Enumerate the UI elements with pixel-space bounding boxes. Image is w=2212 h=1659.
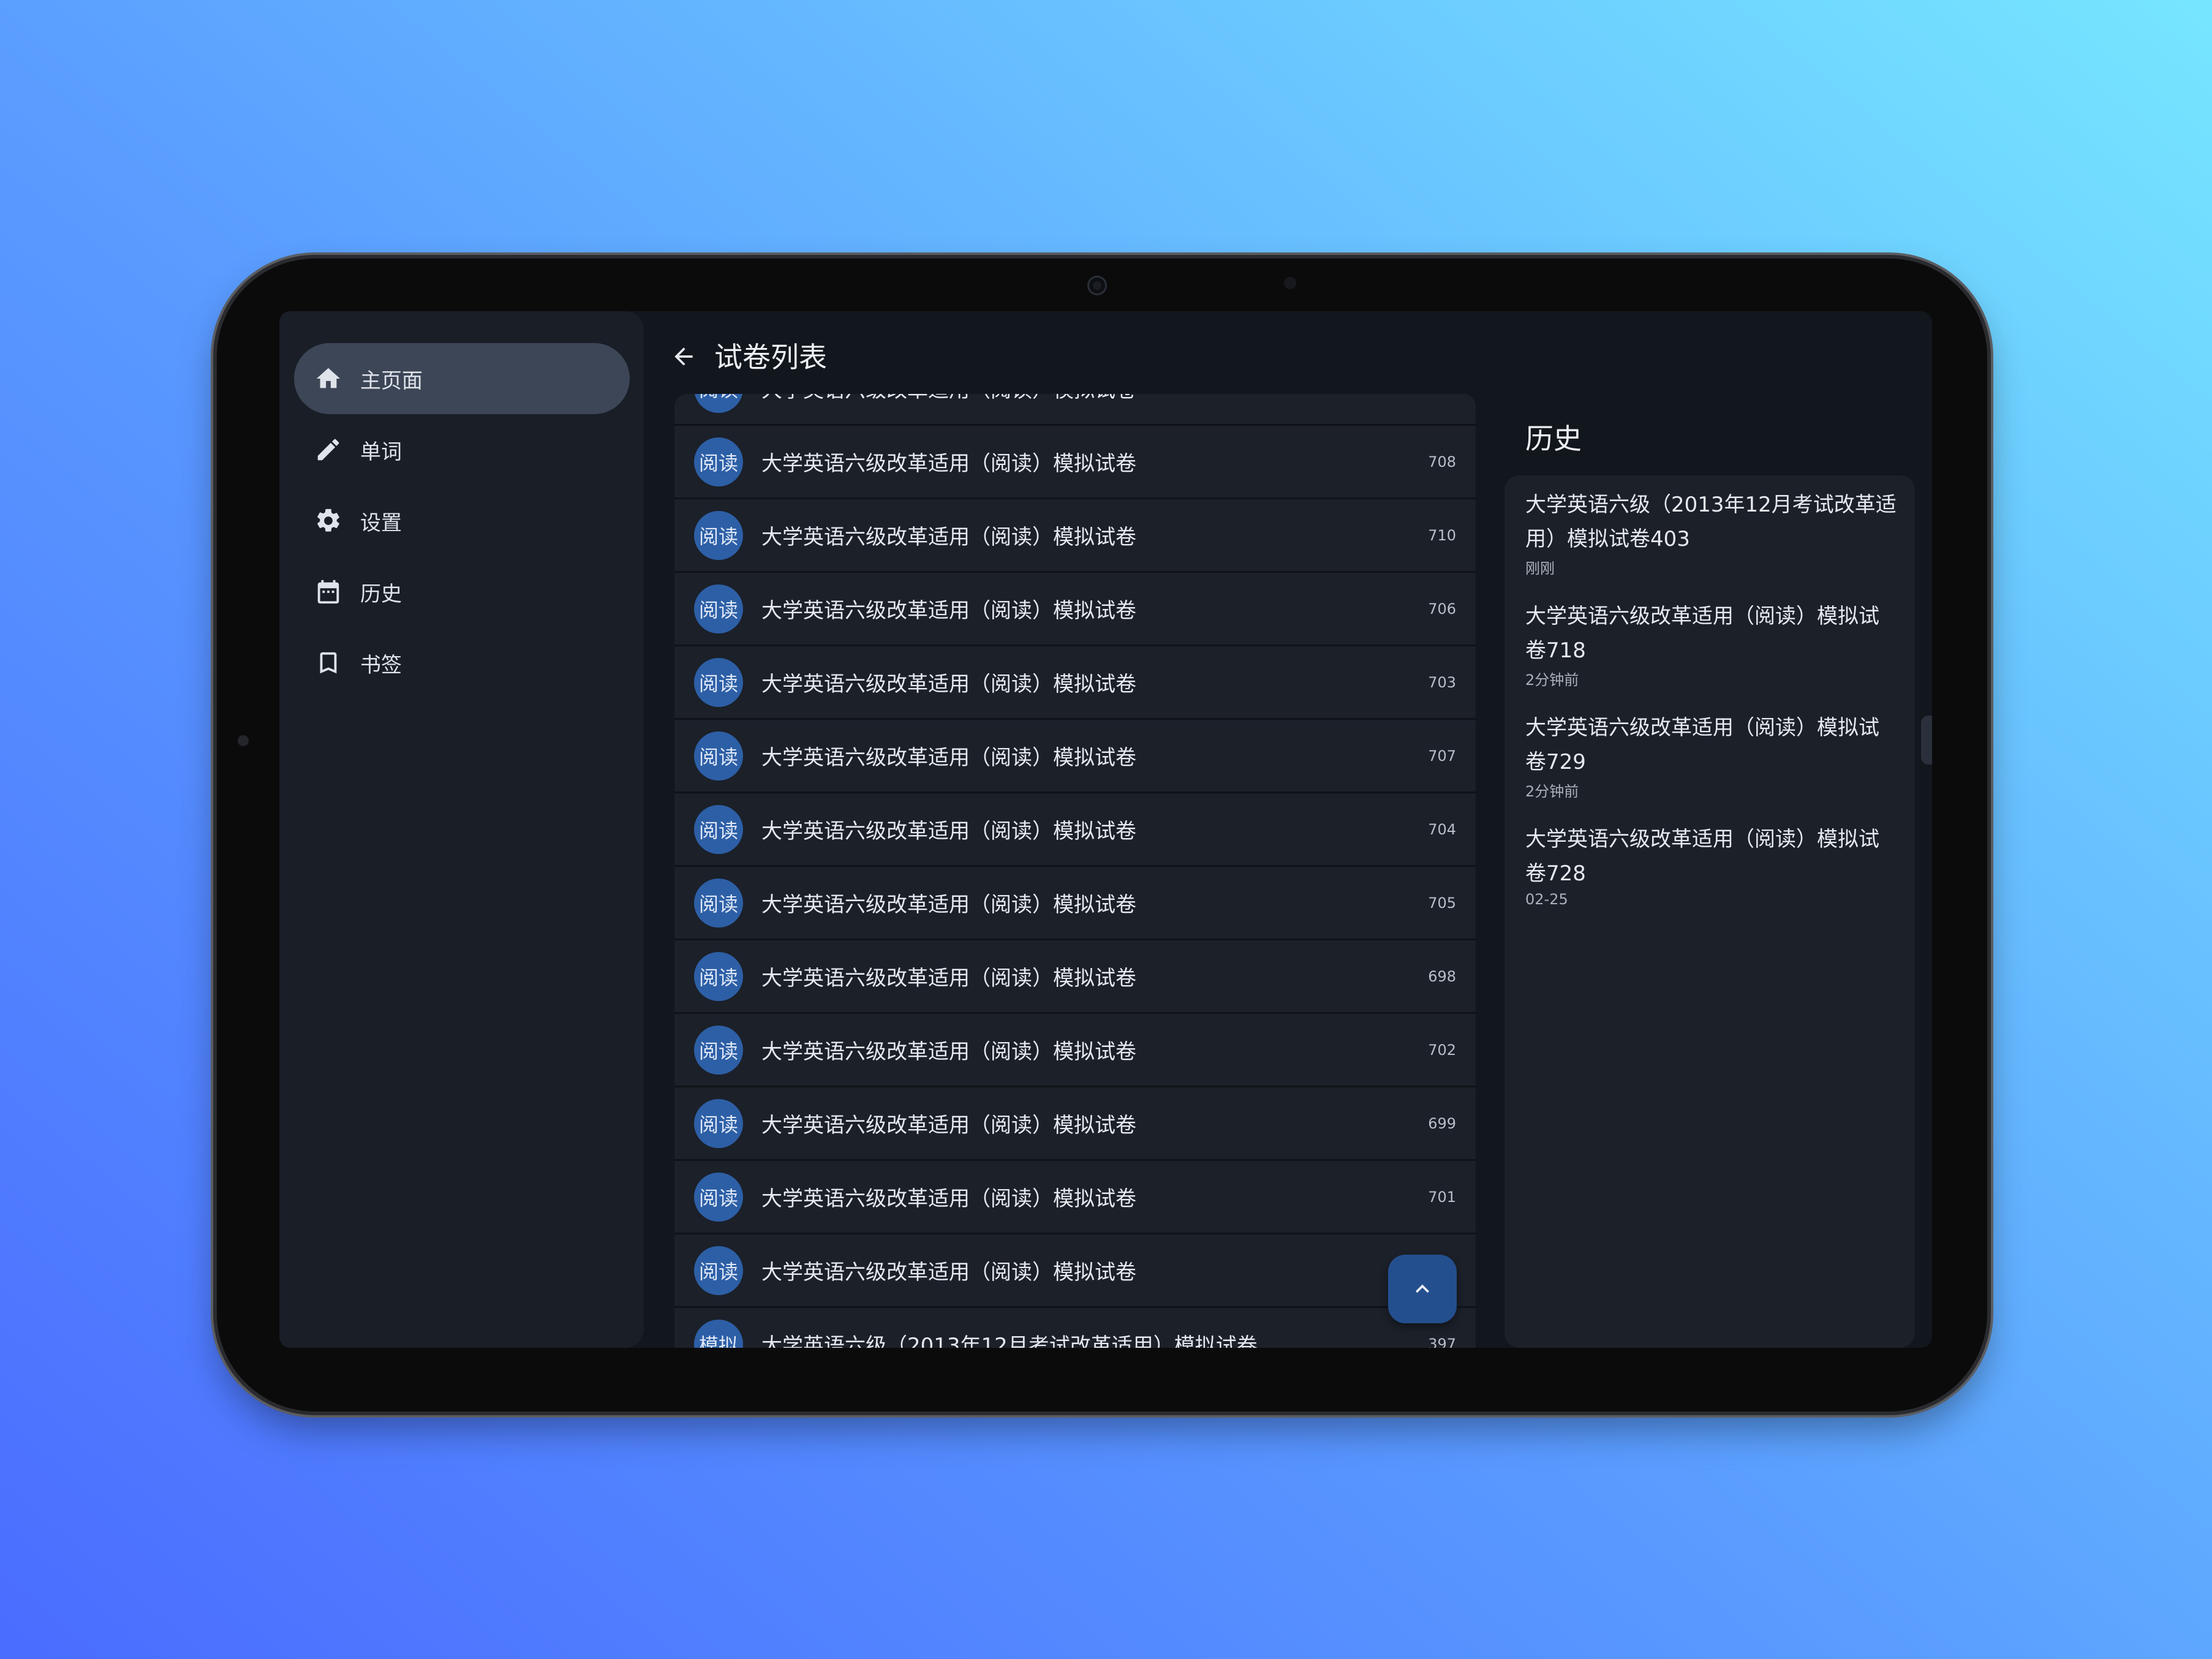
app-screen: 主页面 单词 设置 历史 书签 试卷列表 阅读 大学英语六级改革适用（阅读）模拟… bbox=[279, 311, 1932, 1348]
bookmark-icon bbox=[314, 648, 343, 678]
nav-item-settings[interactable]: 设置 bbox=[294, 485, 630, 556]
paper-number: 706 bbox=[1428, 600, 1456, 618]
nav-item-label: 设置 bbox=[360, 510, 402, 535]
history-item-time: 2分钟前 bbox=[1525, 671, 1579, 689]
paper-title: 大学英语六级改革适用（阅读）模拟试卷 bbox=[761, 966, 1136, 991]
paper-number: 707 bbox=[1428, 747, 1456, 765]
paper-title: 大学英语六级改革适用（阅读）模拟试卷 bbox=[761, 1040, 1136, 1064]
paper-list[interactable]: 阅读大学英语六级改革适用（阅读）模拟试卷712阅读大学英语六级改革适用（阅读）模… bbox=[674, 394, 1476, 1348]
list-item[interactable]: 阅读 大学英语六级改革适用（阅读）模拟试卷 707 bbox=[674, 720, 1476, 793]
home-icon bbox=[314, 364, 343, 393]
paper-title: 大学英语六级改革适用（阅读）模拟试卷 bbox=[761, 452, 1136, 476]
list-item[interactable]: 阅读 大学英语六级改革适用（阅读）模拟试卷 702 bbox=[674, 1014, 1476, 1087]
list-item[interactable]: 阅读 大学英语六级改革适用（阅读）模拟试卷 705 bbox=[674, 867, 1476, 940]
paper-number: 708 bbox=[1428, 453, 1456, 470]
category-avatar: 阅读 bbox=[694, 804, 743, 854]
paper-number: 703 bbox=[1428, 673, 1456, 691]
history-item[interactable]: 大学英语六级改革适用（阅读）模拟试卷728 02-25 bbox=[1525, 822, 1899, 908]
history-item-title: 大学英语六级改革适用（阅读）模拟试卷729 bbox=[1525, 716, 1879, 774]
paper-title: 大学英语六级改革适用（阅读）模拟试卷 bbox=[761, 819, 1136, 844]
list-item[interactable]: 阅读 大学英语六级改革适用（阅读）模拟试卷 701 bbox=[674, 1161, 1476, 1234]
history-item-time: 刚刚 bbox=[1525, 560, 1555, 577]
paper-title: 大学英语六级改革适用（阅读）模拟试卷 bbox=[761, 394, 1136, 403]
paper-title: 大学英语六级改革适用（阅读）模拟试卷 bbox=[761, 1113, 1136, 1138]
paper-title: 大学英语六级改革适用（阅读）模拟试卷 bbox=[761, 1187, 1136, 1211]
paper-number: 704 bbox=[1428, 820, 1456, 838]
category-avatar: 阅读 bbox=[694, 437, 743, 486]
side-sensor bbox=[238, 735, 249, 746]
category-avatar: 阅读 bbox=[694, 394, 743, 413]
scroll-to-top-button[interactable] bbox=[1388, 1255, 1457, 1323]
nav-item-words[interactable]: 单词 bbox=[294, 414, 630, 485]
back-button[interactable] bbox=[665, 338, 702, 375]
gear-icon bbox=[314, 506, 343, 535]
pencil-icon bbox=[314, 435, 343, 464]
paper-number: 702 bbox=[1428, 1041, 1456, 1059]
history-item-time: 2分钟前 bbox=[1525, 783, 1579, 800]
category-avatar: 阅读 bbox=[694, 1172, 743, 1222]
category-avatar: 阅读 bbox=[694, 1098, 743, 1148]
category-avatar: 阅读 bbox=[694, 951, 743, 1001]
paper-title: 大学英语六级（2013年12月考试改革适用）模拟试卷 bbox=[761, 1334, 1258, 1348]
paper-title: 大学英语六级改革适用（阅读）模拟试卷 bbox=[761, 599, 1136, 623]
navigation-drawer: 主页面 单词 设置 历史 书签 bbox=[279, 311, 644, 1348]
category-avatar: 阅读 bbox=[694, 878, 743, 928]
nav-item-label: 书签 bbox=[360, 652, 402, 678]
paper-number: 701 bbox=[1428, 1188, 1456, 1206]
list-item[interactable]: 阅读 大学英语六级改革适用（阅读）模拟试卷 710 bbox=[674, 499, 1476, 573]
paper-number: 698 bbox=[1428, 967, 1456, 985]
history-item-title: 大学英语六级改革适用（阅读）模拟试卷728 bbox=[1525, 827, 1879, 886]
paper-title: 大学英语六级改革适用（阅读）模拟试卷 bbox=[761, 672, 1136, 697]
arrow-back-icon bbox=[674, 347, 693, 366]
calendar-icon bbox=[314, 577, 343, 607]
category-avatar: 阅读 bbox=[694, 1025, 743, 1075]
paper-title: 大学英语六级改革适用（阅读）模拟试卷 bbox=[761, 525, 1136, 550]
list-item[interactable]: 阅读 大学英语六级改革适用（阅读）模拟试卷 704 bbox=[674, 793, 1476, 867]
paper-title: 大学英语六级改革适用（阅读）模拟试卷 bbox=[761, 746, 1136, 770]
category-avatar: 模拟 bbox=[694, 1319, 743, 1348]
paper-number: 710 bbox=[1428, 526, 1456, 544]
category-avatar: 阅读 bbox=[694, 731, 743, 780]
paper-number: 397 bbox=[1428, 1335, 1456, 1348]
front-camera bbox=[1089, 278, 1105, 293]
history-item-title: 大学英语六级（2013年12月考试改革适用）模拟试卷403 bbox=[1525, 493, 1897, 551]
edge-handle[interactable] bbox=[1921, 716, 1932, 765]
history-item[interactable]: 大学英语六级（2013年12月考试改革适用）模拟试卷403 刚刚 bbox=[1525, 488, 1899, 578]
page-title: 试卷列表 bbox=[714, 341, 827, 374]
list-item[interactable]: 阅读 大学英语六级改革适用（阅读）模拟试卷 699 bbox=[674, 1087, 1476, 1161]
list-item[interactable]: 阅读 大学英语六级改革适用（阅读）模拟试卷 706 bbox=[674, 573, 1476, 646]
category-avatar: 阅读 bbox=[694, 510, 743, 560]
list-item[interactable]: 阅读 大学英语六级改革适用（阅读）模拟试卷 703 bbox=[674, 646, 1476, 720]
history-item[interactable]: 大学英语六级改革适用（阅读）模拟试卷718 2分钟前 bbox=[1525, 599, 1899, 689]
chevron-up-icon bbox=[1416, 1284, 1429, 1293]
nav-item-label: 主页面 bbox=[360, 368, 423, 393]
history-item[interactable]: 大学英语六级改革适用（阅读）模拟试卷729 2分钟前 bbox=[1525, 711, 1899, 801]
paper-title: 大学英语六级改革适用（阅读）模拟试卷 bbox=[761, 893, 1136, 917]
history-title: 历史 bbox=[1525, 422, 1582, 455]
nav-item-home[interactable]: 主页面 bbox=[294, 343, 630, 414]
list-item[interactable]: 阅读 大学英语六级改革适用（阅读）模拟试卷 708 bbox=[674, 426, 1476, 499]
category-avatar: 阅读 bbox=[694, 1245, 743, 1295]
list-item[interactable]: 阅读 大学英语六级改革适用（阅读）模拟试卷 712 bbox=[674, 394, 1476, 426]
paper-number: 712 bbox=[1428, 394, 1456, 397]
history-item-time: 02-25 bbox=[1525, 891, 1568, 908]
paper-list-content: 阅读大学英语六级改革适用（阅读）模拟试卷712阅读大学英语六级改革适用（阅读）模… bbox=[674, 394, 1476, 1348]
list-item[interactable]: 模拟大学英语六级（2013年12月考试改革适用）模拟试卷 397 bbox=[674, 1308, 1476, 1348]
nav-item-history[interactable]: 历史 bbox=[294, 556, 630, 627]
list-item[interactable]: 阅读 大学英语六级改革适用（阅读）模拟试卷 698 bbox=[674, 940, 1476, 1014]
category-avatar: 阅读 bbox=[694, 584, 743, 633]
paper-number: 699 bbox=[1428, 1114, 1456, 1132]
history-panel: 大学英语六级（2013年12月考试改革适用）模拟试卷403 刚刚大学英语六级改革适… bbox=[1504, 475, 1915, 1348]
light-sensor bbox=[1284, 277, 1296, 289]
history-item-title: 大学英语六级改革适用（阅读）模拟试卷718 bbox=[1525, 604, 1879, 663]
list-item[interactable]: 阅读 大学英语六级改革适用（阅读）模拟试卷 bbox=[674, 1234, 1476, 1308]
category-avatar: 阅读 bbox=[694, 657, 743, 707]
nav-item-label: 单词 bbox=[360, 439, 402, 464]
nav-item-bookmarks[interactable]: 书签 bbox=[294, 627, 630, 698]
paper-number: 705 bbox=[1428, 894, 1456, 912]
nav-item-label: 历史 bbox=[360, 581, 402, 607]
paper-title: 大学英语六级改革适用（阅读）模拟试卷 bbox=[761, 1260, 1136, 1285]
